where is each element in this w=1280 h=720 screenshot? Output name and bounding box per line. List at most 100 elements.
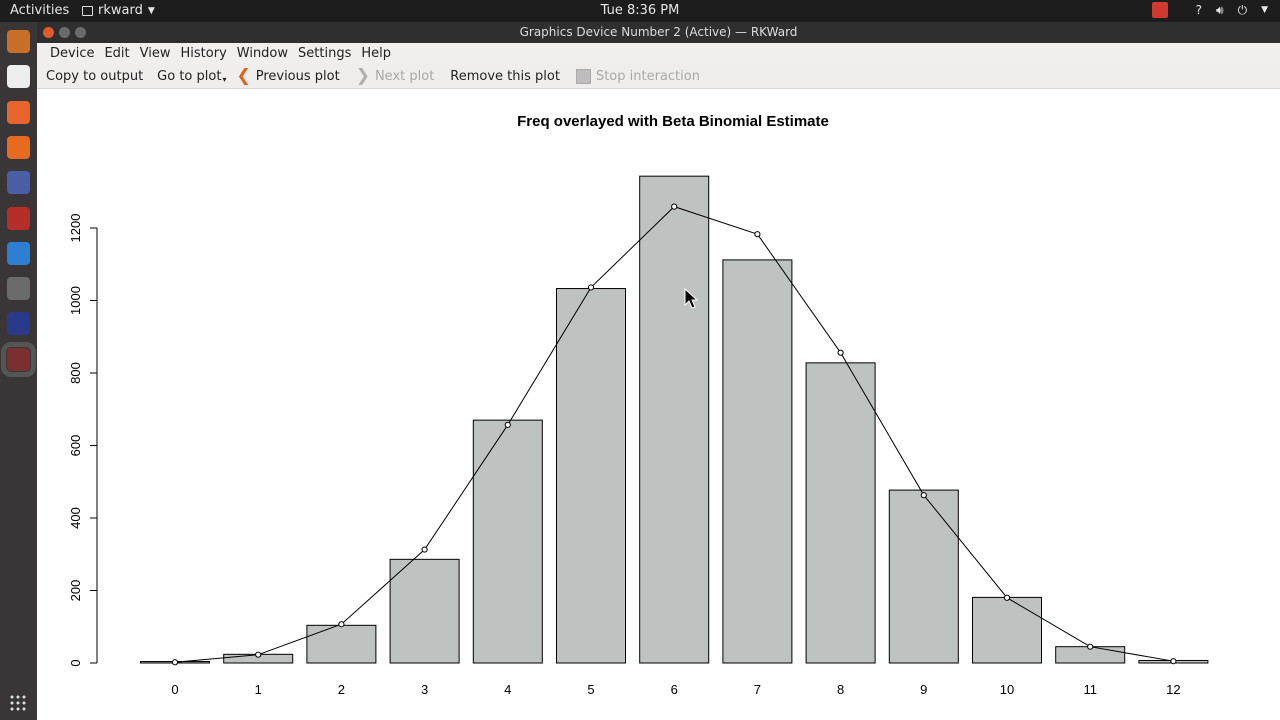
app-menu[interactable]: rkward ▼	[82, 3, 155, 18]
recording-indicator-icon[interactable]	[1151, 2, 1168, 18]
dropdown-indicator-icon: ▾	[222, 74, 227, 84]
overlay-point	[754, 231, 761, 238]
clock-container: Tue 8:36 PM	[0, 3, 1280, 18]
dock	[0, 22, 37, 720]
power-icon[interactable]: ⏻	[1238, 3, 1248, 18]
bar	[472, 419, 543, 664]
next-plot-button[interactable]: ❯ Next plot	[351, 64, 440, 89]
copy-to-output-button[interactable]: Copy to output	[41, 64, 148, 89]
menu-help[interactable]: Help	[356, 46, 396, 61]
x-tick-label: 2	[338, 682, 345, 697]
help-icon[interactable]: ?	[1196, 3, 1202, 17]
document-icon[interactable]	[7, 65, 30, 89]
volume-icon[interactable]: 🔊︎	[1216, 3, 1224, 18]
x-tick-label: 10	[1000, 682, 1014, 697]
plot-canvas: Freq overlayed with Beta Binomial Estima…	[68, 113, 1209, 697]
bar	[722, 259, 793, 664]
app-menu-label: rkward	[98, 3, 143, 18]
top-bar: Activities rkward ▼ Tue 8:36 PM ? 🔊︎ ⏻ ▼	[0, 0, 1280, 22]
menu-window[interactable]: Window	[232, 46, 293, 61]
y-tick-label: 0	[68, 659, 83, 666]
menu-history[interactable]: History	[176, 46, 232, 61]
window-icon	[82, 5, 93, 16]
x-tick-label: 7	[754, 682, 761, 697]
calculator-icon[interactable]	[7, 277, 30, 301]
x-tick-label: 9	[920, 682, 927, 697]
bar	[556, 288, 626, 664]
arrow-left-icon: ❮	[236, 65, 251, 86]
remove-plot-label: Remove this plot	[450, 68, 560, 84]
tex-icon[interactable]	[7, 312, 30, 336]
overlay-point	[587, 284, 595, 291]
x-tick-label: 4	[504, 682, 511, 697]
stop-interaction-button[interactable]: Stop interaction	[571, 64, 705, 89]
overlay-point	[171, 659, 179, 666]
chevron-down-icon[interactable]: ▼	[1261, 5, 1268, 15]
bar	[389, 558, 460, 664]
overlay-point	[1170, 658, 1177, 665]
x-tick-label: 5	[587, 682, 594, 697]
window-title: Graphics Device Number 2 (Active) — RKWa…	[519, 25, 798, 39]
overlay-point	[1003, 594, 1011, 601]
overlay-point	[1087, 643, 1094, 650]
stop-icon	[575, 68, 591, 84]
x-tick-label: 11	[1083, 682, 1097, 697]
activities-button[interactable]: Activities	[10, 3, 69, 18]
x-axis-labels: 0 1 2 3 4 5 6 7 8 9 10 11 12	[171, 682, 1180, 697]
title-bar: Graphics Device Number 2 (Active) — RKWa…	[37, 22, 1280, 43]
bar	[306, 624, 377, 664]
rkward-icon[interactable]	[1, 341, 36, 377]
x-tick-label: 0	[171, 682, 178, 697]
overlay-point	[421, 546, 428, 553]
bar	[639, 175, 710, 664]
next-plot-label: Next plot	[374, 68, 435, 84]
y-tick-label: 400	[68, 507, 83, 529]
stop-interaction-label: Stop interaction	[595, 68, 700, 84]
copy-to-output-label: Copy to output	[46, 68, 144, 84]
app-icon[interactable]	[7, 171, 30, 195]
x-tick-label: 6	[671, 682, 678, 697]
menu-view[interactable]: View	[135, 46, 176, 61]
arrow-right-icon: ❯	[355, 65, 370, 86]
x-tick-label: 12	[1166, 682, 1180, 697]
y-tick-label: 600	[68, 435, 83, 457]
graphics-window: Graphics Device Number 2 (Active) — RKWa…	[37, 22, 1280, 720]
y-axis: 0 200 400 600 800 1000 1200	[68, 214, 98, 667]
overlay-point	[338, 621, 345, 628]
firefox-icon[interactable]	[7, 135, 30, 159]
y-tick-label: 1000	[68, 286, 83, 315]
toolbar: Copy to output Go to plot ▾ ❮ Previous p…	[37, 64, 1280, 89]
x-tick-label: 1	[255, 682, 262, 697]
overlay-point	[837, 349, 844, 356]
y-tick-label: 200	[68, 580, 83, 602]
overlay-point	[920, 492, 927, 499]
previous-plot-label: Previous plot	[255, 68, 340, 84]
clock[interactable]: Tue 8:36 PM	[601, 3, 680, 18]
bar	[972, 596, 1042, 664]
y-tick-label: 800	[68, 362, 83, 384]
x-tick-label: 8	[837, 682, 844, 697]
chevron-down-icon: ▼	[147, 5, 155, 16]
chart-title: Freq overlayed with Beta Binomial Estima…	[517, 113, 829, 130]
app-icon[interactable]	[7, 241, 30, 265]
bars	[140, 175, 1209, 664]
menu-edit[interactable]: Edit	[99, 46, 134, 61]
menu-settings[interactable]: Settings	[293, 46, 356, 61]
y-tick-label: 1200	[68, 214, 83, 243]
remove-plot-button[interactable]: Remove this plot	[445, 64, 565, 89]
menu-bar: Device Edit View History Window Settings Help	[37, 43, 1280, 64]
overlay-point	[504, 421, 511, 428]
bar	[805, 362, 876, 664]
overlay-point	[255, 651, 262, 658]
bar	[888, 489, 959, 664]
software-store-icon[interactable]	[7, 100, 30, 124]
system-tray: ? 🔊︎ ⏻ ▼	[1151, 2, 1268, 18]
x-tick-label: 3	[421, 682, 428, 697]
previous-plot-button[interactable]: ❮ Previous plot	[231, 64, 344, 89]
overlay-point	[671, 203, 678, 210]
go-to-plot-button[interactable]: Go to plot ▾	[152, 64, 231, 89]
files-icon[interactable]	[7, 30, 30, 53]
show-applications-icon[interactable]	[9, 694, 27, 712]
app-icon[interactable]	[7, 206, 30, 230]
menu-device[interactable]: Device	[45, 46, 99, 61]
